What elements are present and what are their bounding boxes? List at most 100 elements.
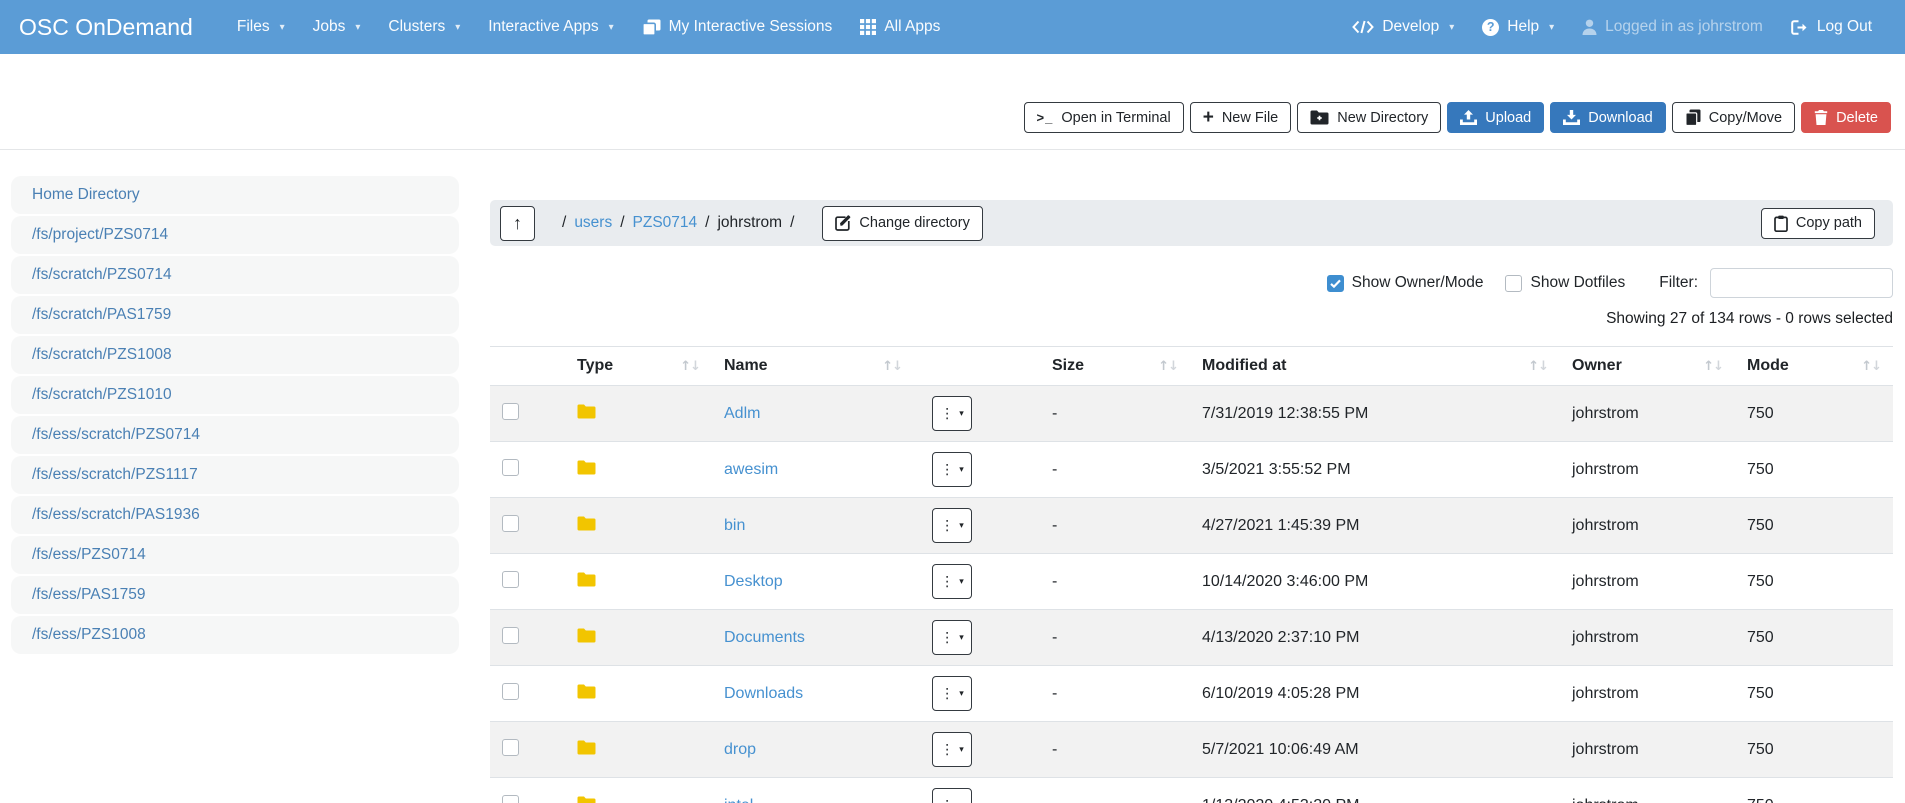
new-file-button[interactable]: + New File bbox=[1190, 102, 1292, 133]
delete-button[interactable]: Delete bbox=[1801, 102, 1891, 133]
copy-path-button[interactable]: Copy path bbox=[1761, 208, 1875, 239]
nav-files-menu[interactable]: Files ▾ bbox=[237, 18, 285, 36]
nav-develop-menu[interactable]: Develop ▾ bbox=[1352, 18, 1454, 36]
download-label: Download bbox=[1588, 110, 1653, 126]
table-row: Desktop ⋮ ▾ - 10/14/2020 3:46:00 PM johr… bbox=[490, 554, 1893, 610]
upload-button[interactable]: Upload bbox=[1447, 102, 1544, 133]
row-select-checkbox[interactable] bbox=[502, 739, 519, 756]
sort-icons[interactable]: ↑↓ bbox=[882, 359, 902, 374]
header-name[interactable]: Name ↑↓ bbox=[712, 347, 1040, 386]
header-owner[interactable]: Owner ↑↓ bbox=[1560, 347, 1735, 386]
sidebar-directory-link[interactable]: /fs/ess/PAS1759 bbox=[11, 576, 459, 614]
sort-icons[interactable]: ↑↓ bbox=[1861, 359, 1881, 374]
row-select-checkbox[interactable] bbox=[502, 795, 519, 803]
file-name-link[interactable]: Adlm bbox=[724, 405, 760, 423]
row-actions-dropdown-button[interactable]: ⋮ ▾ bbox=[932, 732, 972, 767]
header-size[interactable]: Size ↑↓ bbox=[1040, 347, 1190, 386]
new-directory-button[interactable]: New Directory bbox=[1297, 102, 1441, 133]
nav-all-apps-label: All Apps bbox=[884, 18, 940, 36]
breadcrumb-link-users[interactable]: users bbox=[574, 214, 612, 232]
file-name-link[interactable]: intel bbox=[724, 797, 753, 803]
nav-all-apps[interactable]: All Apps bbox=[860, 18, 940, 36]
row-select-checkbox[interactable] bbox=[502, 571, 519, 588]
nav-interactive-apps-menu[interactable]: Interactive Apps ▾ bbox=[488, 18, 613, 36]
sort-icons[interactable]: ↑↓ bbox=[1703, 359, 1723, 374]
mode-cell: 750 bbox=[1735, 610, 1893, 666]
change-directory-button[interactable]: Change directory bbox=[822, 206, 982, 241]
header-mode[interactable]: Mode ↑↓ bbox=[1735, 347, 1893, 386]
sidebar-directory-link[interactable]: /fs/scratch/PZS1008 bbox=[11, 336, 459, 374]
file-name-link[interactable]: drop bbox=[724, 741, 756, 759]
row-actions-dropdown-button[interactable]: ⋮ ▾ bbox=[932, 508, 972, 543]
owner-cell: johrstrom bbox=[1560, 498, 1735, 554]
row-actions-dropdown-button[interactable]: ⋮ ▾ bbox=[932, 620, 972, 655]
header-type[interactable]: Type ↑↓ bbox=[565, 347, 712, 386]
show-owner-mode-checkbox[interactable] bbox=[1327, 275, 1344, 292]
sort-icons[interactable]: ↑↓ bbox=[680, 359, 700, 374]
size-cell: - bbox=[1040, 778, 1190, 803]
sidebar-directory-link[interactable]: /fs/project/PZS0714 bbox=[11, 216, 459, 254]
row-select-checkbox[interactable] bbox=[502, 627, 519, 644]
row-actions-dropdown-button[interactable]: ⋮ ▾ bbox=[932, 788, 972, 803]
row-actions-dropdown-button[interactable]: ⋮ ▾ bbox=[932, 452, 972, 487]
dots-vertical-icon: ⋮ bbox=[940, 518, 954, 534]
file-name-link[interactable]: Downloads bbox=[724, 685, 803, 703]
mode-cell: 750 bbox=[1735, 386, 1893, 442]
row-actions-dropdown-button[interactable]: ⋮ ▾ bbox=[932, 396, 972, 431]
copy-path-label: Copy path bbox=[1796, 215, 1862, 231]
sidebar-directory-link[interactable]: /fs/ess/PZS0714 bbox=[11, 536, 459, 574]
nav-log-out[interactable]: Log Out bbox=[1791, 18, 1872, 36]
row-select-checkbox[interactable] bbox=[502, 515, 519, 532]
code-icon bbox=[1352, 20, 1374, 34]
sort-icons[interactable]: ↑↓ bbox=[1158, 359, 1178, 374]
row-actions-dropdown-button[interactable]: ⋮ ▾ bbox=[932, 564, 972, 599]
nav-help-menu[interactable]: ? Help ▾ bbox=[1482, 18, 1554, 36]
sidebar-directory-link[interactable]: /fs/ess/scratch/PZS1117 bbox=[11, 456, 459, 494]
up-directory-button[interactable]: ↑ bbox=[500, 206, 535, 241]
file-name-link[interactable]: bin bbox=[724, 517, 745, 535]
size-cell: - bbox=[1040, 666, 1190, 722]
sidebar-directory-link[interactable]: /fs/scratch/PAS1759 bbox=[11, 296, 459, 334]
download-icon bbox=[1563, 110, 1580, 125]
chevron-down-icon: ▾ bbox=[609, 22, 614, 33]
brand-link[interactable]: OSC OnDemand bbox=[19, 14, 193, 41]
header-name-label: Name bbox=[724, 357, 768, 375]
sidebar-directory-link[interactable]: /fs/scratch/PZS0714 bbox=[11, 256, 459, 294]
owner-cell: johrstrom bbox=[1560, 442, 1735, 498]
breadcrumb-separator: / bbox=[620, 214, 624, 232]
copy-move-button[interactable]: Copy/Move bbox=[1672, 102, 1795, 133]
open-in-terminal-button[interactable]: >_ Open in Terminal bbox=[1024, 102, 1184, 133]
upload-label: Upload bbox=[1485, 110, 1531, 126]
file-name-link[interactable]: awesim bbox=[724, 461, 778, 479]
sidebar-directory-link[interactable]: /fs/ess/scratch/PZS0714 bbox=[11, 416, 459, 454]
row-actions-dropdown-button[interactable]: ⋮ ▾ bbox=[932, 676, 972, 711]
sidebar-directory-link[interactable]: /fs/ess/PZS1008 bbox=[11, 616, 459, 654]
chevron-down-icon: ▾ bbox=[455, 22, 460, 33]
dots-vertical-icon: ⋮ bbox=[940, 462, 954, 478]
show-dotfiles-label: Show Dotfiles bbox=[1530, 274, 1625, 292]
edit-icon bbox=[835, 215, 851, 231]
nav-clusters-menu[interactable]: Clusters ▾ bbox=[388, 18, 460, 36]
grid-icon bbox=[860, 19, 876, 35]
nav-jobs-menu[interactable]: Jobs ▾ bbox=[313, 18, 361, 36]
breadcrumb-link-pzs0714[interactable]: PZS0714 bbox=[633, 214, 698, 232]
folder-icon bbox=[577, 572, 596, 587]
file-name-link[interactable]: Documents bbox=[724, 629, 805, 647]
modified-at-cell: 7/31/2019 12:38:55 PM bbox=[1190, 386, 1560, 442]
row-select-checkbox[interactable] bbox=[502, 683, 519, 700]
sidebar-directory-link[interactable]: Home Directory bbox=[11, 176, 459, 214]
row-select-checkbox[interactable] bbox=[502, 403, 519, 420]
row-select-checkbox[interactable] bbox=[502, 459, 519, 476]
show-owner-mode-label: Show Owner/Mode bbox=[1352, 274, 1484, 292]
sidebar-directory-link[interactable]: /fs/scratch/PZS1010 bbox=[11, 376, 459, 414]
arrow-up-icon: ↑ bbox=[513, 213, 522, 233]
sort-icons[interactable]: ↑↓ bbox=[1528, 359, 1548, 374]
file-name-link[interactable]: Desktop bbox=[724, 573, 783, 591]
nav-my-interactive-sessions[interactable]: My Interactive Sessions bbox=[642, 18, 833, 36]
filter-input[interactable] bbox=[1710, 268, 1893, 298]
folder-plus-icon bbox=[1310, 110, 1329, 125]
show-dotfiles-checkbox[interactable] bbox=[1505, 275, 1522, 292]
header-modified-at[interactable]: Modified at ↑↓ bbox=[1190, 347, 1560, 386]
sidebar-directory-link[interactable]: /fs/ess/scratch/PAS1936 bbox=[11, 496, 459, 534]
download-button[interactable]: Download bbox=[1550, 102, 1666, 133]
